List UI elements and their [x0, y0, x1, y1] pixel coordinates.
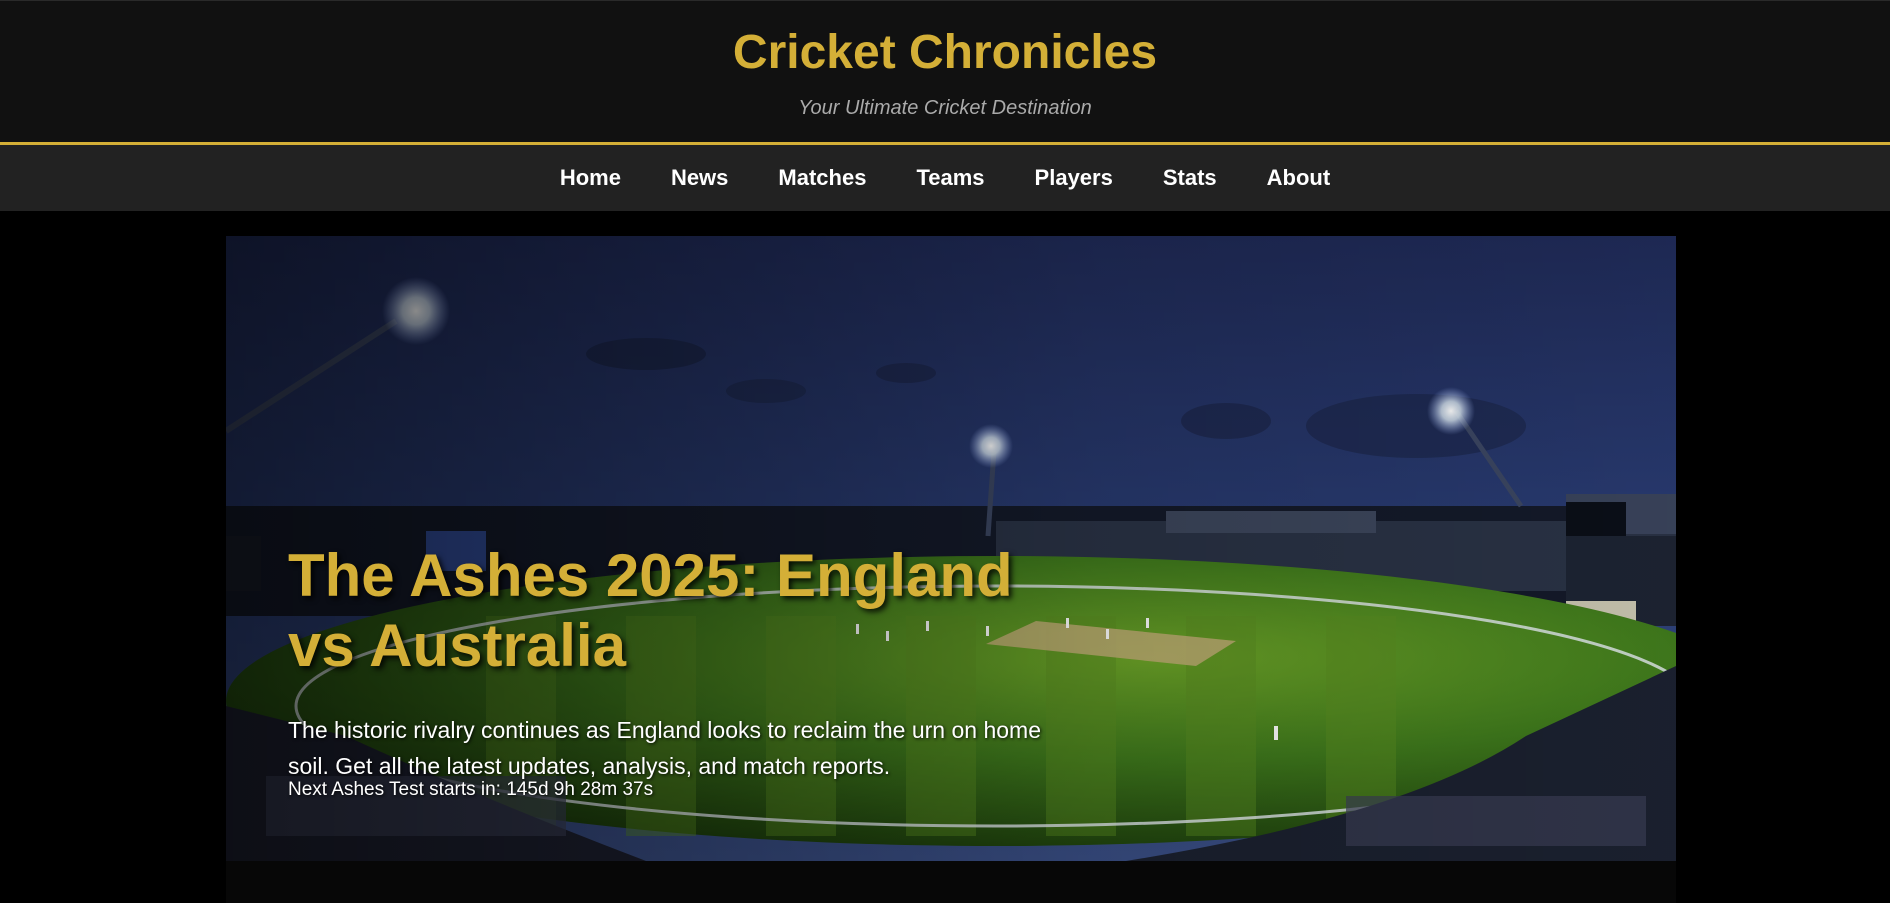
hero-banner: The Ashes 2025: England vs Australia The…: [226, 236, 1676, 861]
nav-item-home: Home: [560, 165, 621, 191]
content-bottom-edge: [226, 861, 1676, 903]
nav-item-players: Players: [1035, 165, 1113, 191]
nav-item-news: News: [671, 165, 728, 191]
nav-link-players[interactable]: Players: [1035, 165, 1113, 190]
site-title: Cricket Chronicles: [732, 26, 1158, 79]
nav-item-stats: Stats: [1163, 165, 1217, 191]
nav-list: Home News Matches Teams Players Stats Ab…: [0, 145, 1890, 211]
main-nav: Home News Matches Teams Players Stats Ab…: [0, 145, 1890, 211]
hero-title: The Ashes 2025: England vs Australia: [288, 542, 1013, 679]
nav-link-matches[interactable]: Matches: [778, 165, 866, 190]
hero-content: The Ashes 2025: England vs Australia The…: [288, 541, 1048, 802]
nav-link-home[interactable]: Home: [560, 165, 621, 190]
nav-item-teams: Teams: [916, 165, 984, 191]
nav-link-teams[interactable]: Teams: [916, 165, 984, 190]
nav-item-matches: Matches: [778, 165, 866, 191]
site-tagline: Your Ultimate Cricket Destination: [798, 97, 1092, 119]
nav-link-news[interactable]: News: [671, 165, 728, 190]
hero-description: The historic rivalry continues as Englan…: [288, 717, 1041, 779]
site-header: Cricket Chronicles Your Ultimate Cricket…: [0, 0, 1890, 145]
nav-item-about: About: [1267, 165, 1331, 191]
nav-link-stats[interactable]: Stats: [1163, 165, 1217, 190]
nav-link-about[interactable]: About: [1267, 165, 1331, 190]
